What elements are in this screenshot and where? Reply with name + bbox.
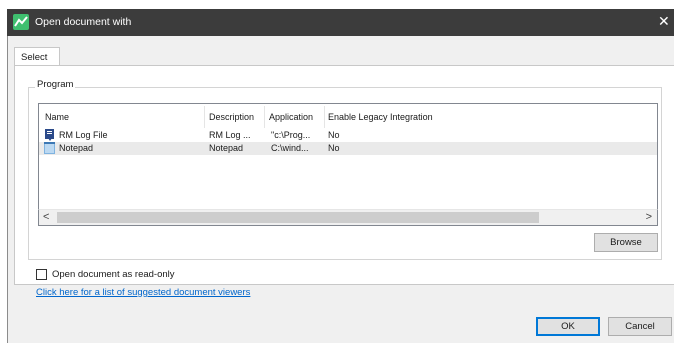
column-header-legacy[interactable]: Enable Legacy Integration (328, 106, 468, 126)
read-only-label[interactable]: Open document as read-only (52, 269, 175, 280)
scrollbar-thumb[interactable] (57, 212, 539, 223)
row-name: RM Log File (59, 130, 108, 140)
list-header: Name Description Application Enable Lega… (39, 106, 657, 128)
log-file-icon (45, 129, 54, 141)
row-legacy: No (328, 130, 340, 140)
scroll-left-icon[interactable]: < (43, 211, 49, 223)
close-icon[interactable]: ✕ (658, 12, 674, 30)
row-legacy: No (328, 143, 340, 153)
app-icon (13, 14, 29, 30)
window-title: Open document with (35, 16, 132, 28)
row-application: "c:\Prog... (271, 130, 311, 140)
list-item[interactable]: RM Log File RM Log ... "c:\Prog... No (39, 129, 657, 142)
title-bar: Open document with ✕ (7, 9, 674, 36)
column-header-application[interactable]: Application (269, 106, 325, 128)
column-header-name[interactable]: Name (45, 106, 205, 128)
read-only-checkbox[interactable] (36, 269, 47, 280)
row-application: C:\wind... (271, 143, 309, 153)
notepad-icon (44, 142, 55, 154)
program-list[interactable]: Name Description Application Enable Lega… (38, 103, 658, 226)
group-label: Program (35, 79, 76, 90)
browse-button[interactable]: Browse (594, 233, 658, 252)
horizontal-scrollbar[interactable]: < > (38, 209, 658, 226)
scroll-right-icon[interactable]: > (646, 211, 652, 223)
tab-select[interactable]: Select (14, 47, 60, 66)
row-name: Notepad (59, 143, 94, 153)
cancel-button[interactable]: Cancel (608, 317, 672, 336)
list-item[interactable]: Notepad Notepad C:\wind... No (39, 142, 657, 155)
row-description: Notepad (209, 143, 244, 153)
ok-button[interactable]: OK (536, 317, 600, 336)
column-header-description[interactable]: Description (209, 106, 265, 128)
suggested-viewers-link[interactable]: Click here for a list of suggested docum… (36, 287, 250, 298)
row-description: RM Log ... (209, 130, 251, 140)
